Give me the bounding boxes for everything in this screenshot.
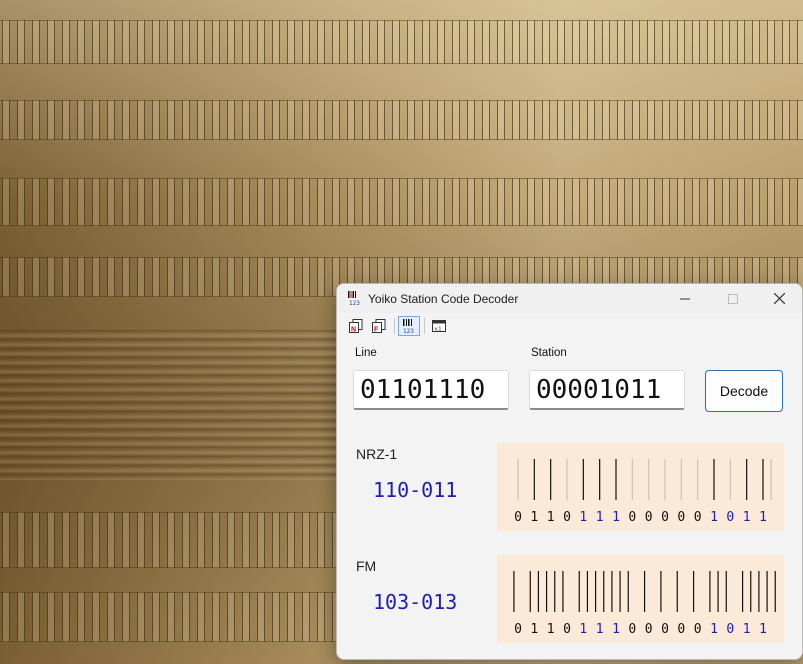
maximize-button[interactable] [710,284,756,313]
version-info-icon: v.1 [432,320,446,333]
bit-digit: 1 [547,510,555,525]
station-input[interactable]: 00001011 [529,370,685,410]
bit-digit: 0 [726,622,734,637]
station-label: Station [531,347,567,359]
toolbar: N F 123 v.1 [337,313,802,338]
bit-digit: 1 [579,622,587,637]
fm-barcode: 0110111000001011 [513,571,776,637]
svg-text:F: F [374,327,379,334]
title-bar[interactable]: 123 Yoiko Station Code Decoder [337,284,802,313]
bit-digit: 1 [710,622,718,637]
bit-digit: 1 [530,510,538,525]
bit-digit: 0 [514,622,522,637]
bit-digit: 0 [677,510,685,525]
line-label: Line [355,347,377,359]
bit-digit: 1 [612,510,620,525]
app-barcode-icon: 123 [346,290,362,307]
bit-digit: 1 [743,622,751,637]
bit-digit: 0 [563,510,571,525]
bit-digit: 0 [677,622,685,637]
bit-digit: 0 [661,510,669,525]
bit-digit: 0 [726,510,734,525]
bit-digit: 1 [530,622,538,637]
bit-digit: 1 [596,622,604,637]
fm-barcode-panel: 0110111000001011 [497,555,784,643]
bit-digit: 1 [547,622,555,637]
app-window: 123 Yoiko Station Code Decoder N F 123 v… [336,283,803,660]
copy-fm-button[interactable]: F [368,316,390,336]
version-info-button[interactable]: v.1 [428,316,450,336]
toolbar-separator [424,318,425,334]
minimize-button[interactable] [662,284,708,313]
bit-digit: 0 [694,622,702,637]
bit-digit: 0 [645,510,653,525]
bit-digit: 1 [612,622,620,637]
bit-digit: 0 [645,622,653,637]
close-icon [773,293,785,304]
tape-row-pattern [0,100,803,140]
minimize-icon [680,298,690,299]
nrz-barcode-panel: 0110111000001011 [497,443,784,531]
bit-digit: 1 [579,510,587,525]
bit-digit: 0 [563,622,571,637]
bit-digit: 1 [743,510,751,525]
svg-text:123: 123 [349,300,360,306]
bit-digit: 0 [514,510,522,525]
bit-digit: 1 [759,622,767,637]
bit-digit: 1 [710,510,718,525]
bit-digit: 1 [759,510,767,525]
fm-station-code: 103-013 [373,590,458,614]
decode-button[interactable]: Decode [705,370,783,412]
tape-row-pattern [0,20,803,64]
copy-fm-icon: F [372,319,386,334]
bit-digit: 0 [661,622,669,637]
barcode-decode-button[interactable]: 123 [398,316,420,336]
close-button[interactable] [756,284,802,313]
nrz-barcode: 0110111000001011 [514,459,772,525]
toolbar-separator [394,318,395,334]
copy-nrz-button[interactable]: N [345,316,367,336]
barcode-decode-icon: 123 [403,319,414,334]
svg-text:N: N [351,327,356,334]
copy-nrz-icon: N [349,319,363,334]
bit-digit: 1 [596,510,604,525]
maximize-icon [728,293,738,304]
fm-label: FM [356,558,377,574]
window-title: Yoiko Station Code Decoder [368,292,519,306]
svg-text:123: 123 [403,328,414,334]
line-input[interactable]: 01101110 [353,370,509,410]
tape-row-pattern [0,178,803,226]
nrz-label: NRZ-1 [356,446,398,462]
svg-text:v.1: v.1 [435,327,442,333]
bit-digit: 0 [694,510,702,525]
bit-digit: 0 [628,622,636,637]
bit-digit: 0 [628,510,636,525]
nrz-station-code: 110-011 [373,478,458,502]
